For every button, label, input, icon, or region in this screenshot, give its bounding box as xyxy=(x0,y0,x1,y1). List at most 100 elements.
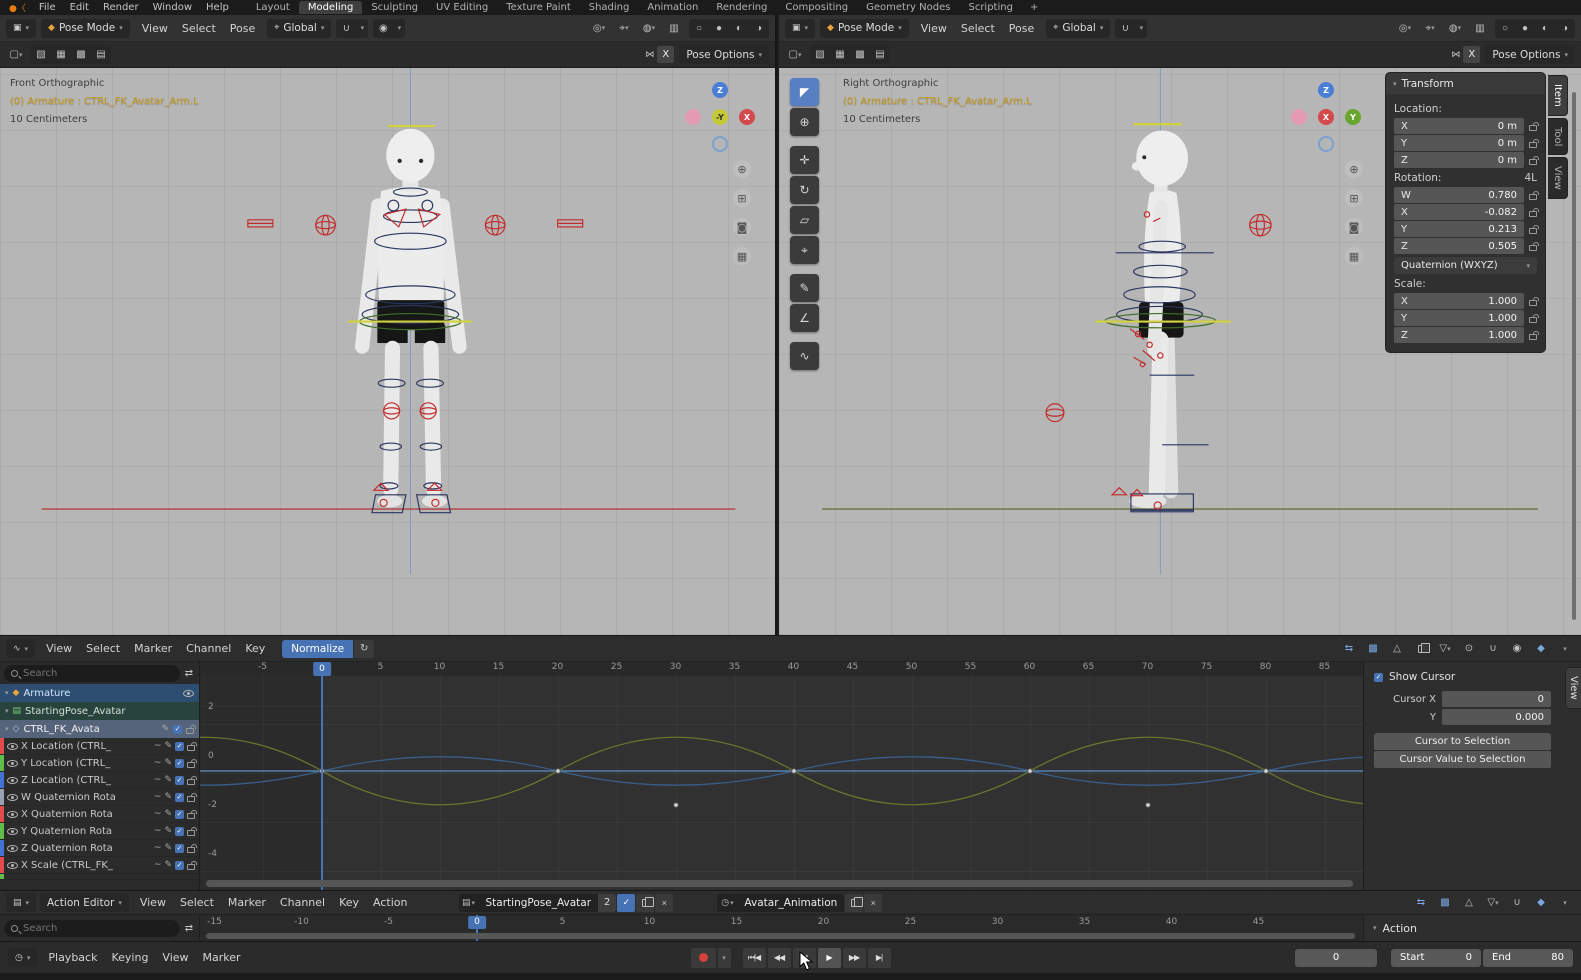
eye-icon[interactable] xyxy=(7,828,18,835)
edit-pencil-icon[interactable]: ✎ xyxy=(164,758,172,768)
tool-annotate[interactable]: ✎ xyxy=(790,274,819,302)
keying-set-dropdown[interactable]: ▾ xyxy=(1555,893,1575,912)
snap-toggle[interactable]: ∪ xyxy=(1115,19,1135,38)
menu-item[interactable]: View xyxy=(155,949,195,966)
modifier-icon[interactable]: ~ xyxy=(154,809,162,819)
transform-option-3[interactable]: ▩ xyxy=(71,45,91,64)
shading-solid-button[interactable]: ● xyxy=(709,19,729,38)
visibility-dropdown[interactable]: ◎▾ xyxy=(1395,19,1415,38)
next-keyframe-button[interactable]: ▶▶ xyxy=(843,948,866,968)
stash-selector[interactable]: ◷▾ Avatar_Animation xyxy=(717,894,844,912)
eye-icon[interactable] xyxy=(7,777,18,784)
menu-item[interactable]: Select xyxy=(954,20,1002,37)
overlays-dropdown[interactable]: ◍▾ xyxy=(639,19,659,38)
workspace-tab[interactable]: Modeling xyxy=(299,1,363,14)
gizmo-axis-z[interactable]: Z xyxy=(712,82,728,98)
new-stash-button[interactable] xyxy=(845,894,863,912)
add-workspace-button[interactable]: + xyxy=(1023,2,1045,13)
modifier-icon[interactable]: ~ xyxy=(154,792,162,802)
gizmo-axis-negy[interactable]: -Y xyxy=(712,109,728,125)
lock-icon[interactable] xyxy=(187,813,195,819)
lock-icon[interactable] xyxy=(187,745,195,751)
current-frame-line[interactable] xyxy=(321,675,323,890)
cursor-value-to-selection-button[interactable]: Cursor Value to Selection xyxy=(1374,751,1551,768)
modifier-icon[interactable]: ~ xyxy=(154,741,162,751)
unlink-stash-button[interactable]: × xyxy=(864,894,882,912)
mode-dropdown[interactable]: ◆Pose Mode▾ xyxy=(41,19,130,38)
fcurve-channel-row[interactable]: Z Quaternion Rota ~ ✎ ✓ xyxy=(0,840,199,857)
lock-icon[interactable] xyxy=(1529,245,1537,251)
record-options-button[interactable]: ▾ xyxy=(718,948,731,968)
menu-item[interactable]: Select xyxy=(79,640,127,657)
gizmos-dropdown[interactable]: ⌖▾ xyxy=(614,19,634,38)
camera-view-icon[interactable]: ◙ xyxy=(1345,218,1363,236)
frame-end-field[interactable]: End80 xyxy=(1483,949,1573,967)
clipped-channel-row[interactable] xyxy=(0,874,199,880)
current-frame-badge[interactable]: 0 xyxy=(468,916,486,929)
workspace-tab[interactable]: UV Editing xyxy=(427,1,497,14)
enabled-checkbox[interactable]: ✓ xyxy=(175,827,184,836)
menu-item[interactable]: Keying xyxy=(104,949,155,966)
playhead-sync-toggle[interactable]: ⇆ xyxy=(1339,639,1359,658)
lock-icon[interactable] xyxy=(1529,228,1537,234)
location-field[interactable]: X0 m xyxy=(1394,118,1524,134)
lock-icon[interactable] xyxy=(187,796,195,802)
lock-icon[interactable] xyxy=(1529,194,1537,200)
filter-dropdown[interactable]: ▽▾ xyxy=(1483,893,1503,912)
cursor-x-field[interactable]: 0 xyxy=(1442,691,1551,707)
editor-type-button[interactable]: ∿▾ xyxy=(6,639,35,658)
lock-icon[interactable] xyxy=(186,728,194,734)
gizmo-axis-z[interactable]: Z xyxy=(1318,82,1334,98)
transform-option-1[interactable]: ▧ xyxy=(31,45,51,64)
viewport-scrollbar[interactable] xyxy=(1572,92,1576,620)
show-sliders-toggle[interactable]: ▩ xyxy=(1363,639,1383,658)
transform-option-3[interactable]: ▩ xyxy=(850,45,870,64)
rotation-mode-dropdown[interactable]: Quaternion (WXYZ)▾ xyxy=(1394,257,1537,274)
fake-user-toggle[interactable]: ✓ xyxy=(617,894,635,912)
gizmo-axis-negz[interactable] xyxy=(712,136,728,152)
search-input[interactable] xyxy=(23,668,173,679)
main-menu-item[interactable]: File xyxy=(32,1,63,14)
workspace-tab[interactable]: Sculpting xyxy=(362,1,427,14)
lock-icon[interactable] xyxy=(187,847,195,853)
fcurve-channel-row[interactable]: Y Location (CTRL_ ~ ✎ ✓ xyxy=(0,755,199,772)
main-menu-item[interactable]: Render xyxy=(96,1,146,14)
shading-material-button[interactable]: ◐ xyxy=(1535,19,1555,38)
menu-item[interactable]: View xyxy=(914,20,954,37)
filter-toggle-icon[interactable]: ⇄ xyxy=(183,664,195,683)
dope-h-scrollbar[interactable] xyxy=(206,933,1355,939)
eye-icon[interactable] xyxy=(7,845,18,852)
graph-sidebar-tab-view[interactable]: View xyxy=(1565,667,1581,709)
action-user-count[interactable]: 2 xyxy=(598,894,616,912)
snap-options-button[interactable]: ▾ xyxy=(1135,19,1147,38)
lock-icon[interactable] xyxy=(1529,211,1537,217)
lock-icon[interactable] xyxy=(187,864,195,870)
lock-icon[interactable] xyxy=(1529,300,1537,306)
eye-icon[interactable] xyxy=(7,811,18,818)
scale-field[interactable]: Y1.000 xyxy=(1394,310,1524,326)
fcurve-channel-row[interactable]: X Quaternion Rota ~ ✎ ✓ xyxy=(0,806,199,823)
menu-item[interactable]: Key xyxy=(238,640,272,657)
main-menu-item[interactable]: Window xyxy=(146,1,199,14)
eye-icon[interactable] xyxy=(183,690,194,697)
edit-pencil-icon[interactable]: ✎ xyxy=(164,775,172,785)
toggle-grid-icon[interactable]: ▦ xyxy=(1345,247,1363,265)
menu-item[interactable]: Channel xyxy=(273,894,332,911)
channel-search[interactable] xyxy=(4,665,180,682)
snap-options-button[interactable]: ▾ xyxy=(356,19,368,38)
lock-icon[interactable] xyxy=(1529,317,1537,323)
action-selector[interactable]: ▤▾ StartingPose_Avatar 2 xyxy=(459,894,617,912)
tool-pose-breakdowner[interactable]: ∿ xyxy=(790,342,819,370)
scale-field[interactable]: Z1.000 xyxy=(1394,327,1524,343)
current-frame-field[interactable]: 0 xyxy=(1295,949,1377,967)
play-reverse-button[interactable]: ◀ xyxy=(793,948,816,968)
sidebar-tab[interactable]: Tool xyxy=(1548,118,1568,155)
proportional-editing-toggle[interactable]: ◉ xyxy=(373,19,393,38)
tool-cursor[interactable]: ⊕ xyxy=(790,108,819,136)
shading-rendered-button[interactable]: ◑ xyxy=(1555,19,1575,38)
toggle-grid-icon[interactable]: ▦ xyxy=(733,247,751,265)
proportional-toggle[interactable]: ◉ xyxy=(1507,639,1527,658)
edit-pencil-icon[interactable]: ✎ xyxy=(161,724,169,734)
rotation-field[interactable]: X-0.082 xyxy=(1394,204,1524,220)
workspace-tab[interactable]: Texture Paint xyxy=(497,1,580,14)
